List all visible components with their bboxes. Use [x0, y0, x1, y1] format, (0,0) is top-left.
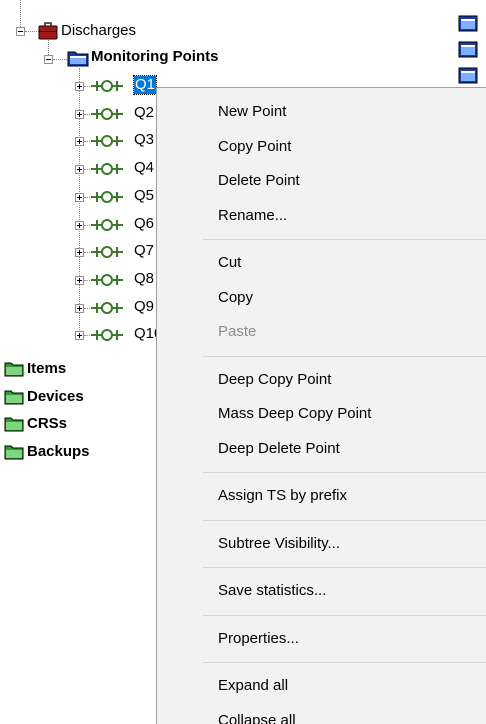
- expand-toggle[interactable]: [75, 82, 84, 91]
- menu-item-cut[interactable]: Cut: [157, 246, 486, 280]
- expand-toggle[interactable]: [75, 276, 84, 285]
- tree-node-point-label[interactable]: Q8: [134, 270, 154, 288]
- tree-node-point-label[interactable]: Q9: [134, 298, 154, 316]
- briefcase-icon: [38, 22, 58, 40]
- tree-node-point-label[interactable]: Q5: [134, 187, 154, 205]
- monitoring-point-icon: [91, 329, 123, 341]
- expand-toggle[interactable]: [75, 304, 84, 313]
- menu-item-collapse-all[interactable]: Collapse all: [157, 704, 486, 724]
- tree-node-discharges[interactable]: Discharges: [61, 22, 136, 40]
- tree-node-root-label[interactable]: Devices: [27, 388, 84, 406]
- menu-separator: [203, 239, 486, 240]
- collapse-toggle[interactable]: [44, 55, 53, 64]
- monitoring-point-icon: [91, 219, 123, 231]
- menu-item-copy[interactable]: Copy: [157, 281, 486, 315]
- menu-item-expand-all[interactable]: Expand all: [157, 669, 486, 703]
- folder-icon[interactable]: [458, 66, 478, 84]
- monitoring-point-icon: [91, 135, 123, 147]
- expand-toggle[interactable]: [75, 221, 84, 230]
- tree-node-point-label[interactable]: Q7: [134, 242, 154, 260]
- menu-item-assign-ts-by-prefix[interactable]: Assign TS by prefix: [157, 479, 486, 513]
- tree-node-point-label[interactable]: Q2: [134, 104, 154, 122]
- monitoring-point-icon: [91, 246, 123, 258]
- collapse-toggle[interactable]: [16, 27, 25, 36]
- menu-item-deep-delete-point[interactable]: Deep Delete Point: [157, 432, 486, 466]
- folder-icon[interactable]: [458, 40, 478, 58]
- menu-separator: [203, 614, 486, 616]
- menu-item-delete-point[interactable]: Delete Point: [157, 164, 486, 198]
- context-menu: New Point Copy Point Delete Point Rename...…: [156, 87, 486, 724]
- tree-node-monitoring-points[interactable]: Monitoring Points: [91, 48, 218, 66]
- menu-item-new-point[interactable]: New Point: [157, 95, 486, 129]
- tree-node-point-label[interactable]: Q6: [134, 215, 154, 233]
- green-folder-icon: [4, 362, 24, 377]
- monitoring-point-icon: [91, 163, 123, 175]
- menu-separator: [203, 472, 486, 473]
- menu-item-subtree-visibility[interactable]: Subtree Visibility...: [157, 527, 486, 561]
- tree-node-point-label[interactable]: Q4: [134, 159, 154, 177]
- monitoring-point-icon: [91, 302, 123, 314]
- menu-item-properties[interactable]: Properties...: [157, 622, 486, 656]
- tree-node-root-label[interactable]: Backups: [27, 443, 90, 461]
- screen: Discharges Monitoring Points Q1 Q2 Q3 Q4 Q5 Q…: [0, 0, 486, 724]
- green-folder-icon: [4, 390, 24, 405]
- menu-separator: [203, 662, 486, 663]
- tree-node-root-label[interactable]: Items: [27, 360, 66, 378]
- tree-node-point-label[interactable]: Q3: [134, 131, 154, 149]
- expand-toggle[interactable]: [75, 248, 84, 257]
- expand-toggle[interactable]: [75, 110, 84, 119]
- folder-icon: [67, 51, 89, 67]
- tree-node-root-label[interactable]: CRSs: [27, 415, 67, 433]
- folder-icon[interactable]: [458, 14, 478, 32]
- menu-item-save-statistics[interactable]: Save statistics...: [157, 574, 486, 608]
- monitoring-point-icon: [91, 191, 123, 203]
- expand-toggle[interactable]: [75, 193, 84, 202]
- green-folder-icon: [4, 417, 24, 432]
- expand-toggle[interactable]: [75, 137, 84, 146]
- menu-separator: [203, 567, 486, 568]
- menu-separator: [203, 519, 486, 521]
- monitoring-point-icon: [91, 80, 123, 92]
- menu-separator: [203, 355, 486, 357]
- expand-toggle[interactable]: [75, 165, 84, 174]
- monitoring-point-icon: [91, 108, 123, 120]
- menu-item-rename[interactable]: Rename...: [157, 199, 486, 233]
- menu-item-copy-point[interactable]: Copy Point: [157, 130, 486, 164]
- monitoring-point-icon: [91, 274, 123, 286]
- menu-item-mass-deep-copy-point[interactable]: Mass Deep Copy Point: [157, 397, 486, 431]
- menu-item-paste: Paste: [218, 323, 257, 340]
- menu-item-deep-copy-point[interactable]: Deep Copy Point: [157, 363, 486, 397]
- expand-toggle[interactable]: [75, 331, 84, 340]
- tree-node-point-label[interactable]: Q1: [132, 75, 158, 95]
- green-folder-icon: [4, 445, 24, 460]
